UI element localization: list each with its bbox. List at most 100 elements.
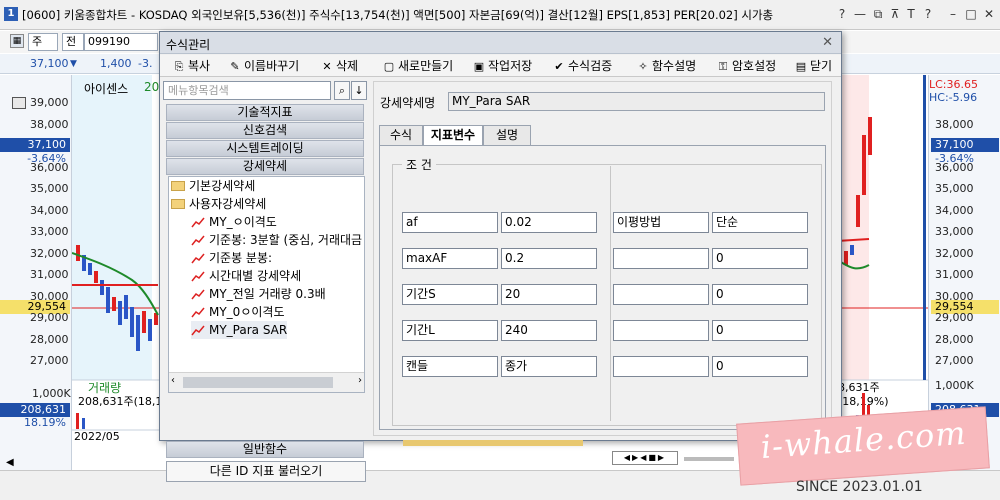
chart-icon — [191, 271, 205, 282]
param-name-field[interactable] — [613, 284, 709, 305]
tree-horizontal-scrollbar[interactable]: ‹ › — [169, 372, 364, 392]
chart-icon — [191, 289, 205, 300]
scrollbar-thumb[interactable] — [183, 377, 333, 388]
param-name-field[interactable]: 기간S — [402, 284, 498, 305]
param-value-field[interactable]: 240 — [501, 320, 597, 341]
watermark-text: i-whale.com — [759, 413, 968, 467]
price-tick-label: 32,000 — [30, 246, 69, 260]
function-help-button[interactable]: ✧ 함수설명 — [636, 57, 696, 75]
param-value-field[interactable]: 0 — [712, 356, 808, 377]
param-name-field[interactable] — [613, 320, 709, 341]
price-tick-label-right: 29,000 — [935, 311, 974, 324]
price-tick-label-right: 36,000 — [935, 160, 974, 174]
price-tick-label: 39,000 — [30, 96, 69, 109]
param-value-field[interactable]: 0.2 — [501, 248, 597, 269]
category-technical-indicators[interactable]: 기술적지표 — [166, 104, 364, 121]
param-name-field[interactable]: maxAF — [402, 248, 498, 269]
category-general-functions[interactable]: 일반함수 — [166, 441, 364, 458]
tree-item[interactable]: 시간대별 강세약세 — [191, 267, 301, 285]
dialog-close-icon[interactable]: ✕ — [822, 35, 833, 50]
app-icon: 1 — [4, 7, 18, 21]
folder-icon — [171, 199, 185, 209]
param-name-field[interactable] — [613, 248, 709, 269]
settings-icon[interactable]: ▦ — [10, 34, 24, 48]
param-value-field[interactable]: 0 — [712, 284, 808, 305]
param-value-field[interactable]: 0.02 — [501, 212, 597, 233]
param-name-field[interactable]: af — [402, 212, 498, 233]
minimize-icon[interactable]: — — [852, 6, 868, 22]
verify-button[interactable]: ✔ 수식검증 — [552, 57, 612, 75]
restore-icon[interactable]: ⧉ — [870, 6, 886, 22]
close-button[interactable]: ▤ 닫기 — [794, 57, 832, 75]
tree-item[interactable]: MY_전일 거래량 0.3배 — [191, 285, 326, 303]
category-strength-weakness[interactable]: 강세약세 — [166, 158, 364, 175]
new-button[interactable]: ▢ 새로만들기 — [382, 57, 453, 75]
zoom-slider[interactable] — [684, 457, 734, 461]
tab-formula[interactable]: 수식 — [379, 125, 423, 145]
tree-item-selected[interactable]: MY_Para SAR — [191, 321, 288, 339]
param-value-field[interactable]: 20 — [501, 284, 597, 305]
password-button[interactable]: ⚿ 암호설정 — [716, 57, 776, 75]
price-tick-label-right: 27,000 — [935, 354, 974, 367]
load-other-id-button[interactable]: 다른 ID 지표 불러오기 — [166, 461, 366, 482]
category-signal-search[interactable]: 신호검색 — [166, 122, 364, 139]
menu-search-input[interactable]: 메뉴항목검색 — [163, 81, 331, 100]
param-value-field[interactable]: 0 — [712, 248, 808, 269]
price-tick-label-right: 34,000 — [935, 203, 974, 217]
param-name-field[interactable]: 기간L — [402, 320, 498, 341]
copy-icon: ⎘ — [174, 60, 184, 73]
tab-variables[interactable]: 지표변수 — [423, 125, 483, 146]
delete-button[interactable]: ✕ 삭제 — [320, 57, 358, 75]
tree-item[interactable]: 기준봉 분봉: — [191, 249, 272, 267]
name-field[interactable]: MY_Para SAR — [448, 92, 825, 111]
search-icon[interactable]: ⌕ — [334, 81, 350, 100]
down-arrow-icon: ▼ — [70, 59, 77, 69]
period-select[interactable]: 전 — [62, 33, 84, 51]
chart-icon — [191, 253, 205, 264]
rename-button[interactable]: ✎ 이름바꾸기 — [228, 57, 299, 75]
window-close-button[interactable]: ✕ — [981, 6, 997, 22]
window-maximize-button[interactable]: □ — [963, 6, 979, 22]
arrow-down-icon[interactable]: ↓ — [351, 81, 367, 100]
category-system-trading[interactable]: 시스템트레이딩 — [166, 140, 364, 157]
copy-button[interactable]: ⎘ 복사 — [172, 57, 211, 75]
price-tick-label-right: 35,000 — [935, 182, 974, 195]
pin-icon[interactable]: ⊼ — [887, 6, 903, 22]
tab-description[interactable]: 설명 — [483, 125, 531, 145]
price-tick-label: 28,000 — [30, 332, 69, 346]
param-name-field[interactable] — [613, 356, 709, 377]
price-tick-label: 31,000 — [30, 268, 69, 281]
tree-item[interactable]: MY_ㅇ이격도 — [191, 213, 277, 231]
help-icon[interactable]: ? — [834, 6, 850, 22]
volume-rate-text: 18.19% — [24, 416, 66, 429]
range-bar — [923, 75, 926, 380]
price-tick-label-right: 31,000 — [935, 268, 974, 281]
hc-label: HC:-5.96 — [929, 91, 978, 104]
param-value-field[interactable]: 종가 — [501, 356, 597, 377]
playback-controls[interactable]: ◀▶◀■▶ — [612, 451, 678, 465]
volume-axis-tick-right: 1,000K — [935, 379, 974, 392]
scroll-left-arrow-icon[interactable]: ‹ — [171, 375, 175, 386]
window-minimize-button[interactable]: – — [945, 6, 961, 22]
param-value-field[interactable]: 0 — [712, 320, 808, 341]
price-tick-label-right: 37,100 — [931, 137, 999, 152]
question-icon[interactable]: ? — [920, 6, 936, 22]
param-name-field[interactable]: 캔들 — [402, 356, 498, 377]
scroll-left-icon[interactable]: ◀ — [6, 457, 14, 468]
text-icon[interactable]: T — [903, 6, 919, 22]
param-value-field[interactable]: 단순 — [712, 212, 808, 233]
grid-icon[interactable] — [12, 97, 26, 109]
tree-item[interactable]: MY_0ㅇ이격도 — [191, 303, 284, 321]
scroll-right-arrow-icon[interactable]: › — [358, 375, 362, 386]
tree-item[interactable]: 기준봉: 3분할 (중심, 거래대금 — [191, 231, 363, 249]
mode-select[interactable]: 주 — [28, 33, 58, 51]
save-button[interactable]: ▣ 작업저장 — [472, 57, 532, 75]
price-tick-label-right: 33,000 — [935, 225, 974, 238]
price-tick-label-right: 32,000 — [935, 246, 974, 260]
dialog-title-bar: 수식관리 ✕ — [160, 32, 841, 54]
param-name-field[interactable]: 이평방법 — [613, 212, 709, 233]
condition-divider — [610, 166, 611, 421]
stock-code-input[interactable]: 099190 — [84, 33, 158, 51]
tree-folder-basic[interactable]: 기본강세약세 — [171, 177, 255, 195]
tree-folder-user[interactable]: 사용자강세약세 — [171, 195, 266, 213]
